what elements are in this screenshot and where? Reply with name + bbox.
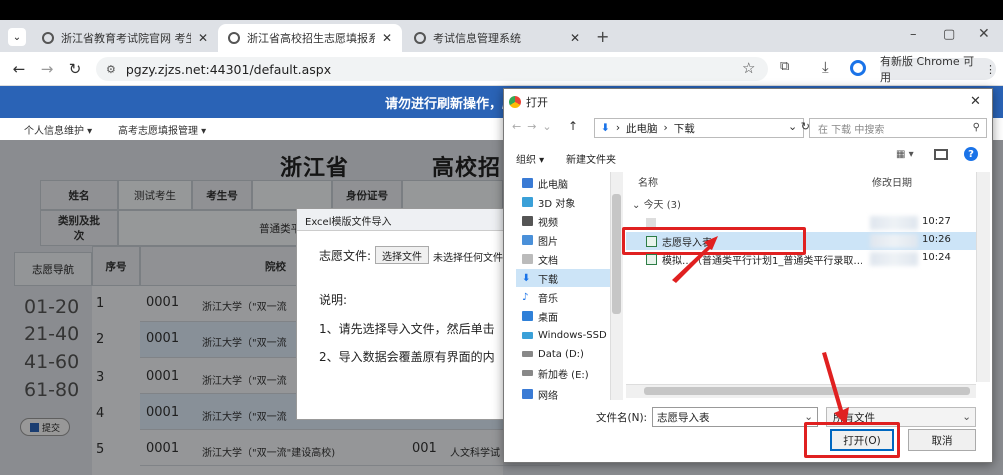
arrow-to-file-icon xyxy=(672,236,718,283)
annotation-arrows xyxy=(672,236,849,425)
arrow-to-open-button-icon xyxy=(822,352,849,425)
